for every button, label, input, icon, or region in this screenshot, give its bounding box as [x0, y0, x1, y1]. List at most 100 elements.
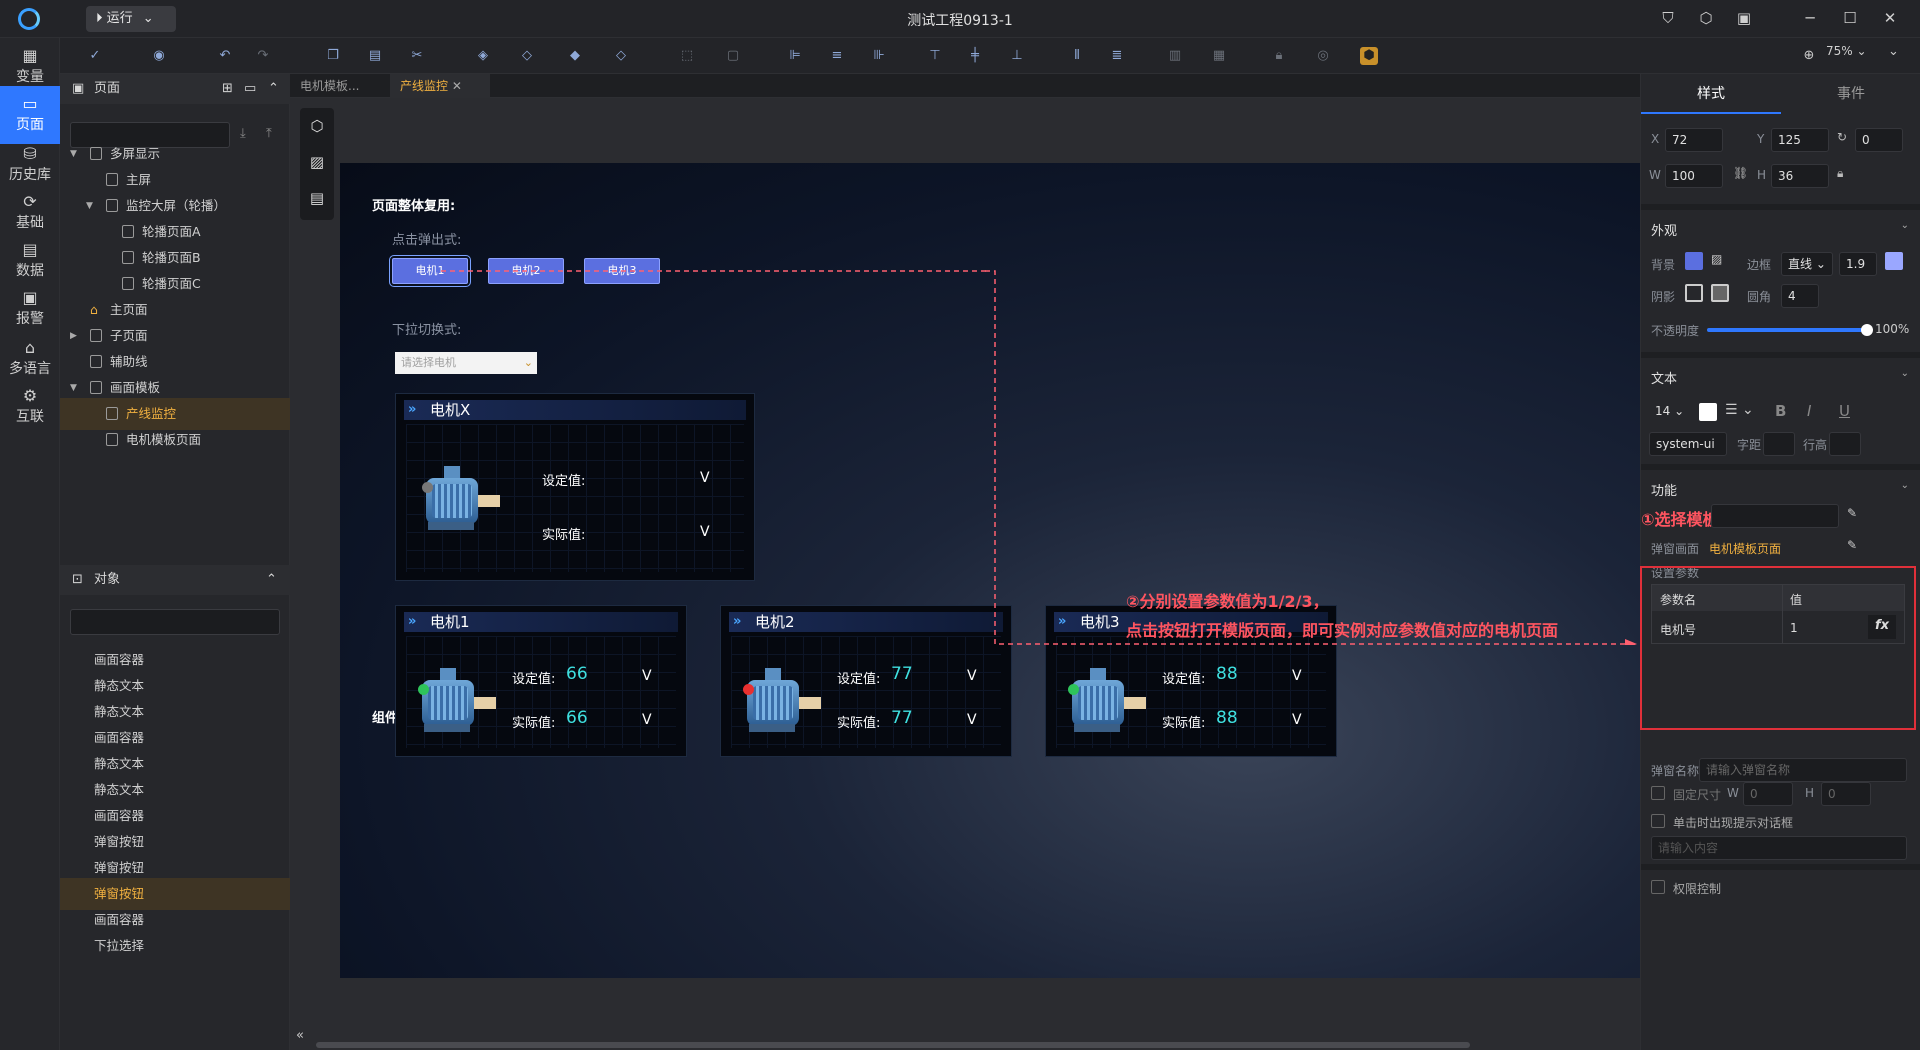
opacity-slider-handle[interactable]	[1861, 324, 1873, 336]
group-icon[interactable]: ⬚	[678, 47, 696, 65]
font-family-select[interactable]: system-ui ⌄	[1649, 432, 1727, 473]
link-icon[interactable]: ⛓	[1733, 166, 1748, 180]
globe-icon[interactable]: ⊕	[1800, 47, 1818, 65]
lock-icon[interactable]: 🔒︎	[1270, 47, 1288, 65]
maximize-icon[interactable]: ☐	[1840, 8, 1860, 28]
motor-card-1[interactable]: » 电机1 设定值: 66 V 实际值: 66 V	[395, 605, 687, 757]
content-input[interactable]: 请输入内容	[1651, 836, 1907, 860]
height-input[interactable]: 36	[1771, 164, 1829, 188]
opacity-slider[interactable]	[1707, 324, 1873, 336]
same-height-icon[interactable]: ▦	[1210, 47, 1228, 65]
edit-icon[interactable]: ✎	[1847, 538, 1857, 552]
appearance-section[interactable]: 外观 ⌄	[1641, 220, 1920, 239]
collapse-left-icon[interactable]: «	[290, 1028, 310, 1050]
align-middle-icon[interactable]: ╪	[966, 47, 984, 65]
confirm-checkbox[interactable]	[1651, 814, 1665, 828]
layer-bottom-icon[interactable]: ◇	[612, 47, 630, 65]
run-button[interactable]: ⏵ 运行 ⌄	[86, 6, 176, 32]
horizontal-scrollbar[interactable]	[316, 1042, 1470, 1048]
bg-color-swatch[interactable]	[1685, 252, 1703, 270]
motor-card-2[interactable]: » 电机2 设定值: 77 V 实际值: 77 V	[720, 605, 1012, 757]
font-size-select[interactable]: 14 ⌄	[1649, 400, 1693, 424]
layer-top-icon[interactable]: ◈	[474, 47, 492, 65]
lock-icon[interactable]: 🔒︎	[1837, 166, 1843, 181]
toolbar-collapse-icon[interactable]: ⌄	[1888, 44, 1899, 59]
close-icon[interactable]: ✕	[1880, 8, 1900, 28]
undo-icon[interactable]: ↶	[216, 47, 234, 65]
tab-template[interactable]: 电机模板...	[290, 74, 390, 98]
paste-icon[interactable]: ▤	[366, 47, 384, 65]
redo-icon[interactable]: ↷	[254, 47, 272, 65]
permission-checkbox[interactable]	[1651, 880, 1665, 894]
align-bottom-icon[interactable]: ⊥	[1008, 47, 1026, 65]
image-icon[interactable]: ▨	[300, 144, 334, 180]
add-page-icon[interactable]: ⊞	[222, 74, 233, 104]
shadow-outer-icon[interactable]	[1685, 284, 1703, 302]
rotation-input[interactable]: 0	[1855, 128, 1903, 152]
tab-event[interactable]: 事件	[1781, 74, 1920, 114]
edit-icon[interactable]: ✎	[1847, 506, 1857, 520]
set-value: 66	[566, 664, 588, 684]
cut-icon[interactable]: ✂	[408, 47, 426, 65]
annotation-connector-top	[441, 270, 986, 272]
tab-close-icon[interactable]: ✕	[452, 79, 462, 93]
collapse-up-icon[interactable]: ⌃	[268, 74, 279, 104]
zoom-select[interactable]: 75% ⌄	[1826, 44, 1867, 58]
shield-icon[interactable]: ⛉	[1658, 8, 1678, 28]
underline-icon[interactable]: U	[1839, 402, 1850, 420]
text-color-swatch[interactable]	[1699, 403, 1717, 421]
layer-up-icon[interactable]: ◇	[518, 47, 536, 65]
border-width-input[interactable]: 1.9	[1839, 252, 1877, 276]
align-left-icon[interactable]: ⊫	[786, 47, 804, 65]
tab-style[interactable]: 样式	[1641, 74, 1781, 114]
popup-page-value[interactable]: 电机模板页面	[1709, 540, 1781, 557]
letter-spacing-input[interactable]	[1763, 432, 1795, 456]
distribute-h-icon[interactable]: ⦀	[1068, 47, 1086, 65]
fixed-size-checkbox[interactable]	[1651, 786, 1665, 800]
window-icon[interactable]: ▤	[300, 180, 334, 216]
bg-image-icon[interactable]: ▨	[1711, 252, 1722, 266]
layer-down-icon[interactable]: ◆	[566, 47, 584, 65]
popup-name-input[interactable]: 请输入弹窗名称	[1699, 758, 1907, 782]
bold-icon[interactable]: B	[1775, 402, 1786, 420]
object-search-input[interactable]	[70, 609, 280, 635]
border-color-swatch[interactable]	[1885, 252, 1903, 270]
page-tree-item[interactable]: 电机模板页面	[60, 424, 290, 456]
border-style-select[interactable]: 直线 ⌄	[1781, 252, 1833, 276]
component-icon[interactable]: ⬢	[1360, 47, 1378, 65]
copy-icon[interactable]: ❐	[324, 47, 342, 65]
align-center-icon[interactable]: ≡	[828, 47, 846, 65]
fixed-h-input[interactable]: 0	[1821, 782, 1871, 806]
add-folder-icon[interactable]: ▭	[244, 74, 256, 104]
y-input[interactable]: 125	[1771, 128, 1829, 152]
radius-input[interactable]: 4	[1781, 284, 1819, 308]
function-section[interactable]: 功能 ⌄	[1641, 480, 1920, 499]
ungroup-icon[interactable]: ▢	[724, 47, 742, 65]
fixed-w-input[interactable]: 0	[1743, 782, 1793, 806]
shadow-inner-icon[interactable]	[1711, 284, 1729, 302]
same-width-icon[interactable]: ▥	[1166, 47, 1184, 65]
collapse-up-icon[interactable]: ⌃	[266, 565, 277, 595]
nav-item-connect[interactable]: ⚙ 互联	[0, 378, 60, 436]
check-icon[interactable]: ✓	[86, 47, 104, 65]
motor-dropdown[interactable]: 请选择电机 ⌄	[395, 352, 537, 374]
italic-icon[interactable]: I	[1807, 402, 1811, 420]
object-list-item[interactable]: 下拉选择	[60, 930, 290, 962]
width-input[interactable]: 100	[1665, 164, 1723, 188]
preview-icon[interactable]: ◉	[150, 47, 168, 65]
align-top-icon[interactable]: ⊤	[926, 47, 944, 65]
function-input[interactable]	[1711, 504, 1839, 528]
text-align-icon[interactable]: ☰ ⌄	[1725, 402, 1754, 418]
layout-icon[interactable]: ▣	[1734, 8, 1754, 28]
line-height-input[interactable]	[1829, 432, 1861, 456]
text-section[interactable]: 文本 ⌄	[1641, 368, 1920, 387]
align-right-icon[interactable]: ⊪	[870, 47, 888, 65]
tab-production-monitor[interactable]: 产线监控 ✕	[390, 74, 490, 98]
minimize-icon[interactable]: ─	[1800, 8, 1820, 28]
x-input[interactable]: 72	[1665, 128, 1723, 152]
motor-template-card[interactable]: » 电机X 设定值: V 实际值: V	[395, 393, 755, 581]
cube-icon[interactable]: ⬡	[1696, 8, 1716, 28]
distribute-v-icon[interactable]: ≣	[1108, 47, 1126, 65]
visibility-icon[interactable]: ◎	[1314, 47, 1332, 65]
component-icon[interactable]: ⬡	[300, 108, 334, 144]
